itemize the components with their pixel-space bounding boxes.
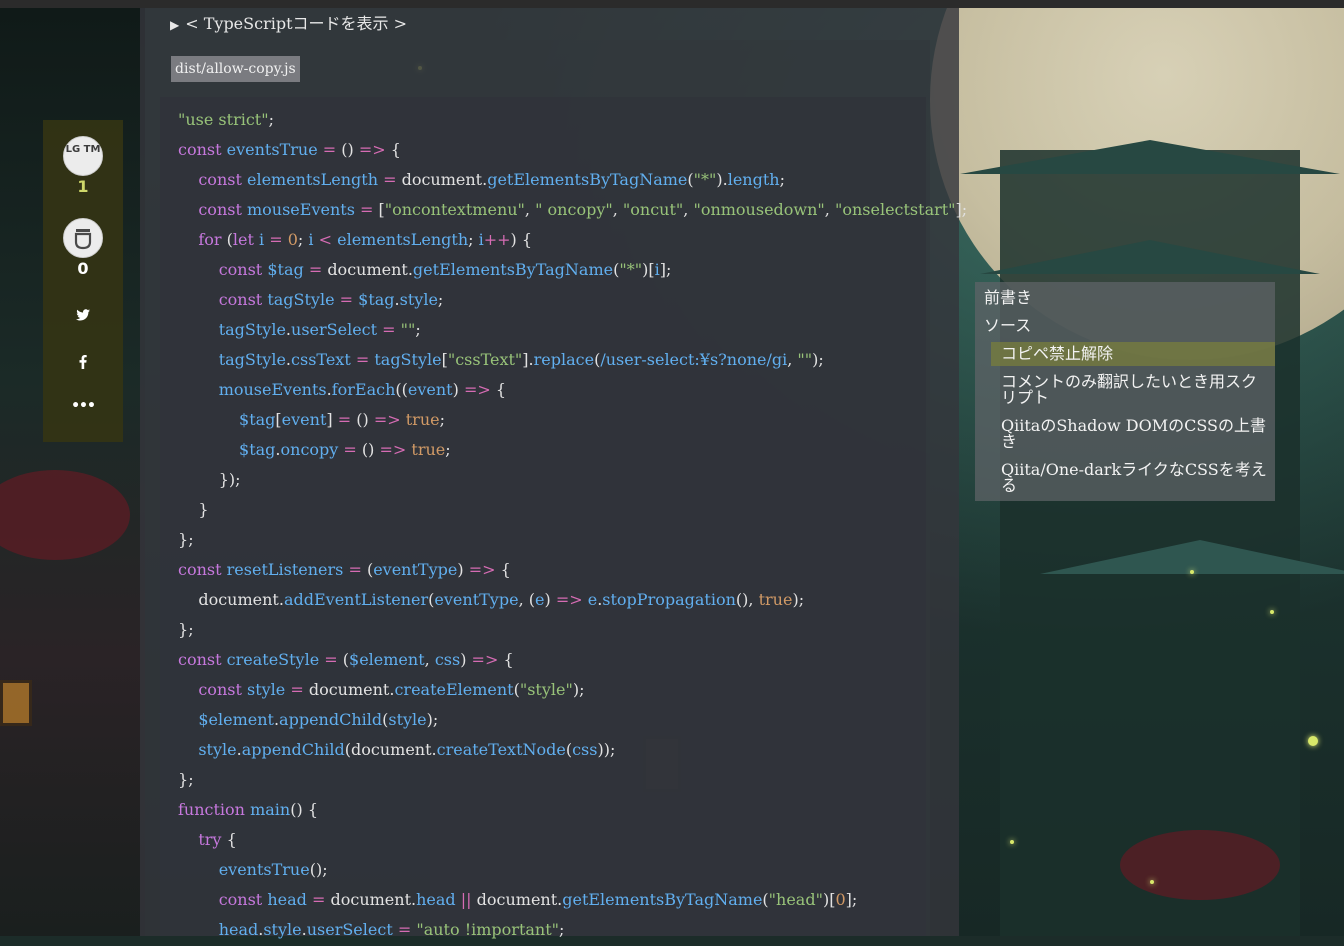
facebook-icon[interactable] [43, 354, 123, 373]
code-line: eventsTrue(); [218, 860, 328, 879]
toc-item-source[interactable]: ソース [984, 318, 1031, 334]
firefly [1270, 610, 1274, 614]
code-line: }; [178, 530, 194, 549]
lgtm-count: 1 [77, 177, 89, 196]
stock-button[interactable] [63, 218, 103, 258]
typescript-code-toggle[interactable]: ▶ < TypeScriptコードを表示 > [170, 10, 407, 34]
code-line: const eventsTrue = () => { [178, 140, 401, 159]
lantern [0, 680, 32, 726]
toc-item-comment-translate[interactable]: コメントのみ翻訳したいとき用スクリプト [1001, 374, 1269, 406]
code-line: const style = document.createElement("st… [198, 680, 585, 699]
code-line: }; [178, 770, 194, 789]
code-line: const elementsLength = document.getEleme… [198, 170, 785, 189]
lgtm-button[interactable]: LG TM [63, 136, 103, 176]
pagoda-roof [1040, 540, 1344, 574]
code-line: $tag[event] = () => true; [239, 410, 445, 429]
toggle-label: < TypeScriptコードを表示 > [185, 14, 408, 33]
code-line: for (let i = 0; i < elementsLength; i++)… [198, 230, 533, 249]
code-line: } [198, 500, 209, 519]
code-line: "use strict"; [178, 110, 274, 129]
toc-item-copy-paste[interactable]: コピペ禁止解除 [1001, 346, 1113, 362]
code-lines: "use strict"; const eventsTrue = () => { … [178, 106, 967, 946]
firefly [1010, 840, 1014, 844]
lgtm-logo: LG TM [65, 144, 101, 155]
code-line: const resetListeners = (eventType) => { [178, 560, 511, 579]
share-sidebar: LG TM 1 0 ••• [43, 120, 123, 442]
stock-count: 0 [77, 259, 89, 278]
code-line: $element.appendChild(style); [198, 710, 439, 729]
top-bar [0, 0, 1344, 8]
code-line: const tagStyle = $tag.style; [218, 290, 444, 309]
code-line: const $tag = document.getElementsByTagNa… [218, 260, 672, 279]
toc-item-preface[interactable]: 前書き [984, 290, 1032, 306]
code-line: const createStyle = ($element, css) => { [178, 650, 514, 669]
firefly [1308, 736, 1318, 746]
code-line: document.addEventListener(eventType, (e)… [198, 590, 805, 609]
more-icon[interactable]: ••• [43, 398, 123, 414]
code-line: try { [198, 830, 237, 849]
code-line: }; [178, 620, 194, 639]
code-line: mouseEvents.forEach((event) => { [218, 380, 507, 399]
code-line: function main() { [178, 800, 318, 819]
pagoda-roof [960, 140, 1340, 174]
code-line: const head = document.head || document.g… [218, 890, 858, 909]
code-line: tagStyle.cssText = tagStyle["cssText"].r… [218, 350, 824, 369]
disclosure-triangle-icon: ▶ [170, 18, 180, 32]
pagoda-roof [980, 240, 1320, 274]
stock-icon [74, 229, 92, 250]
table-of-contents: 前書き ソース コピペ禁止解除 コメントのみ翻訳したいとき用スクリプト Qiit… [975, 282, 1275, 501]
code-line: const mouseEvents = ["oncontextmenu", " … [198, 200, 968, 219]
code-line: style.appendChild(document.createTextNod… [198, 740, 616, 759]
firefly [1150, 880, 1154, 884]
toc-item-one-dark[interactable]: Qiita/One-darkライクなCSSを考える [1001, 462, 1269, 494]
firefly [1190, 570, 1194, 574]
twitter-icon[interactable] [43, 306, 123, 325]
code-block: "use strict"; const eventsTrue = () => { … [160, 97, 967, 939]
code-filename: dist/allow-copy.js [171, 56, 300, 82]
toc-item-shadow-dom[interactable]: QiitaのShadow DOMのCSSの上書き [1001, 418, 1269, 450]
code-line: $tag.oncopy = () => true; [239, 440, 451, 459]
code-line: tagStyle.userSelect = ""; [218, 320, 421, 339]
blossom-tree [1120, 830, 1280, 900]
code-line: head.style.userSelect = "auto !important… [218, 920, 565, 939]
code-line: }); [218, 470, 241, 489]
